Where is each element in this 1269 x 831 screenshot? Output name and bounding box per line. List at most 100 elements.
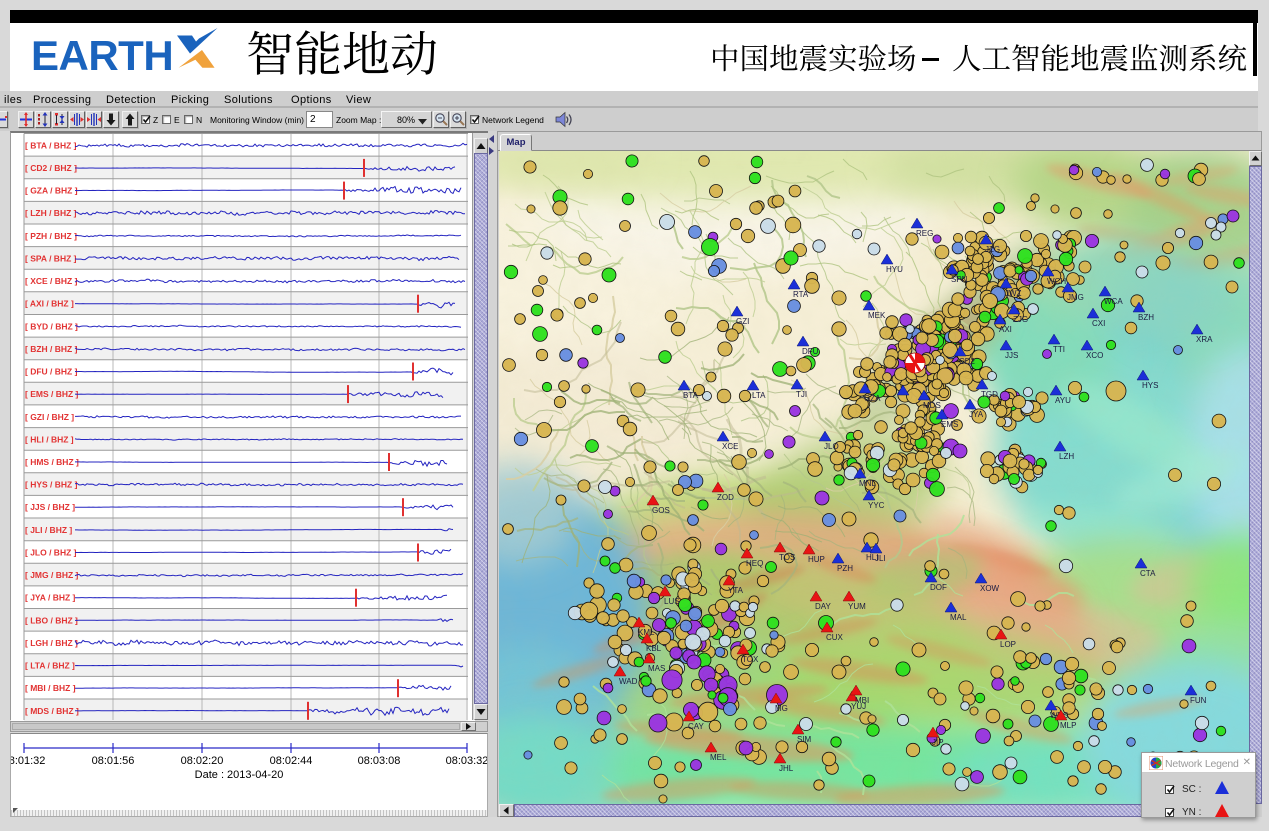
svg-text:LTA: LTA: [752, 391, 766, 400]
svg-text:CAY: CAY: [688, 722, 705, 731]
svg-text:DOF: DOF: [930, 583, 947, 592]
svg-text:YUM: YUM: [848, 602, 866, 611]
svg-text:SIM: SIM: [797, 735, 812, 744]
svg-text:[ XCE / BHZ ]: [ XCE / BHZ ]: [25, 276, 78, 286]
svg-text:MLP: MLP: [1060, 721, 1076, 730]
svg-text:KBL: KBL: [646, 644, 662, 653]
svg-text:LUS: LUS: [664, 597, 680, 606]
svg-text:08:03:08: 08:03:08: [358, 755, 401, 767]
svg-text:[ SPA / BHZ ]: [ SPA / BHZ ]: [25, 253, 77, 263]
svg-text:SPN: SPN: [951, 275, 968, 284]
svg-text:[ LBO / BHZ ]: [ LBO / BHZ ]: [25, 615, 78, 625]
svg-text:DFU: DFU: [802, 347, 819, 356]
svg-text:MEK: MEK: [868, 311, 886, 320]
svg-text:[ GZA / BHZ ]: [ GZA / BHZ ]: [25, 186, 78, 196]
svg-text:[ AXI / BHZ ]: [ AXI / BHZ ]: [25, 299, 74, 309]
svg-text:08:01:32: 08:01:32: [11, 755, 45, 767]
svg-text:Date : 2013-04-20: Date : 2013-04-20: [195, 769, 284, 781]
svg-text:GOS: GOS: [652, 506, 670, 515]
svg-text:[ LGH / BHZ ]: [ LGH / BHZ ]: [25, 638, 78, 648]
svg-text:TTI: TTI: [1053, 345, 1065, 354]
svg-text:REG: REG: [916, 229, 933, 238]
svg-text:LOP: LOP: [1000, 640, 1016, 649]
svg-text:JJS: JJS: [1005, 351, 1018, 360]
svg-text:XRA: XRA: [1196, 335, 1213, 344]
svg-text:JYA: JYA: [969, 410, 984, 419]
svg-text:AYU: AYU: [1055, 396, 1071, 405]
svg-text:MAS: MAS: [648, 664, 665, 673]
svg-text:[ BYD / BHZ ]: [ BYD / BHZ ]: [25, 321, 78, 331]
svg-text:[ HYS / BHZ ]: [ HYS / BHZ ]: [25, 480, 78, 490]
svg-text:WAD: WAD: [619, 677, 638, 686]
svg-text:MG: MG: [775, 704, 788, 713]
svg-text:PZH: PZH: [837, 564, 853, 573]
svg-text:[ DFU / BHZ ]: [ DFU / BHZ ]: [25, 367, 78, 377]
svg-text:08:02:44: 08:02:44: [270, 755, 313, 767]
svg-text:TOS: TOS: [779, 553, 795, 562]
svg-text:JIP: JIP: [932, 738, 944, 747]
svg-text:[ JJS / BHZ ]: [ JJS / BHZ ]: [25, 502, 75, 512]
svg-text:FUN: FUN: [1190, 696, 1207, 705]
svg-text:CTA: CTA: [1140, 569, 1156, 578]
svg-text:GZI: GZI: [736, 317, 749, 326]
svg-text:GZA: GZA: [864, 394, 881, 403]
svg-text:MAL: MAL: [950, 613, 967, 622]
svg-text:BZH: BZH: [1138, 313, 1154, 322]
svg-text:[ BTA / BHZ ]: [ BTA / BHZ ]: [25, 140, 77, 150]
svg-text:CXI: CXI: [1092, 319, 1105, 328]
svg-text:[ JLO / BHZ ]: [ JLO / BHZ ]: [25, 548, 77, 558]
svg-text:ZJG: ZJG: [1013, 315, 1028, 324]
svg-text:XCE: XCE: [722, 442, 738, 451]
svg-text:CUX: CUX: [826, 633, 844, 642]
svg-text:HYS: HYS: [1142, 381, 1158, 390]
svg-text:TGD: TGD: [981, 390, 998, 399]
svg-text:MNL: MNL: [859, 479, 876, 488]
svg-text:XCO: XCO: [1086, 351, 1103, 360]
svg-text:RTA: RTA: [793, 290, 809, 299]
svg-text:YTA: YTA: [728, 586, 744, 595]
svg-text:HUP: HUP: [808, 555, 825, 564]
svg-text:MEL: MEL: [710, 753, 727, 762]
svg-text:08:02:20: 08:02:20: [181, 755, 224, 767]
svg-text:MBI: MBI: [855, 696, 869, 705]
svg-text:JHL: JHL: [779, 764, 794, 773]
svg-text:08:03:32: 08:03:32: [446, 755, 487, 767]
svg-text:BTA: BTA: [683, 391, 699, 400]
svg-text:MDS: MDS: [923, 401, 941, 410]
svg-text:JWZ: JWZ: [1005, 289, 1022, 298]
svg-text:WCA: WCA: [1104, 297, 1123, 306]
svg-text:ZOD: ZOD: [717, 493, 734, 502]
svg-text:[ CD2 / BHZ ]: [ CD2 / BHZ ]: [25, 163, 77, 173]
svg-text:EARTH: EARTH: [31, 32, 173, 75]
svg-text:JMG: JMG: [1067, 293, 1084, 302]
svg-text:[ HLI / BHZ ]: [ HLI / BHZ ]: [25, 434, 74, 444]
svg-text:[ LZH / BHZ ]: [ LZH / BHZ ]: [25, 208, 77, 218]
svg-text:[ GZI / BHZ ]: [ GZI / BHZ ]: [25, 412, 74, 422]
svg-text:[ JLI / BHZ ]: [ JLI / BHZ ]: [25, 525, 72, 535]
svg-text:[ JYA / BHZ ]: [ JYA / BHZ ]: [25, 593, 76, 603]
svg-text:EMS: EMS: [941, 420, 958, 429]
svg-text:AXI: AXI: [999, 325, 1012, 334]
svg-text:[ JMG / BHZ ]: [ JMG / BHZ ]: [25, 570, 79, 580]
svg-text:LZH: LZH: [1059, 452, 1074, 461]
svg-text:[ LTA / BHZ ]: [ LTA / BHZ ]: [25, 661, 75, 671]
svg-text:[ HMS / BHZ ]: [ HMS / BHZ ]: [25, 457, 79, 467]
svg-text:08:01:56: 08:01:56: [92, 755, 135, 767]
svg-text:[ PZH / BHZ ]: [ PZH / BHZ ]: [25, 231, 77, 241]
svg-text:TOX: TOX: [742, 655, 759, 664]
svg-text:WCH: WCH: [1047, 277, 1066, 286]
svg-text:[ BZH / BHZ ]: [ BZH / BHZ ]: [25, 344, 78, 354]
svg-text:YYC: YYC: [868, 501, 885, 510]
svg-text:HYU: HYU: [886, 265, 903, 274]
svg-text:CD2: CD2: [959, 357, 976, 366]
svg-text:[ MDS / BHZ ]: [ MDS / BHZ ]: [25, 706, 79, 716]
svg-text:DAY: DAY: [815, 602, 832, 611]
svg-text:HEQ: HEQ: [746, 559, 763, 568]
svg-text:[ MBI / BHZ ]: [ MBI / BHZ ]: [25, 683, 76, 693]
svg-text:JZG: JZG: [985, 245, 1000, 254]
svg-text:JLO: JLO: [824, 442, 839, 451]
svg-text:XOW: XOW: [980, 584, 1000, 593]
svg-text:JLI: JLI: [875, 554, 886, 563]
svg-text:[ EMS / BHZ ]: [ EMS / BHZ ]: [25, 389, 79, 399]
svg-text:TJI: TJI: [796, 390, 807, 399]
